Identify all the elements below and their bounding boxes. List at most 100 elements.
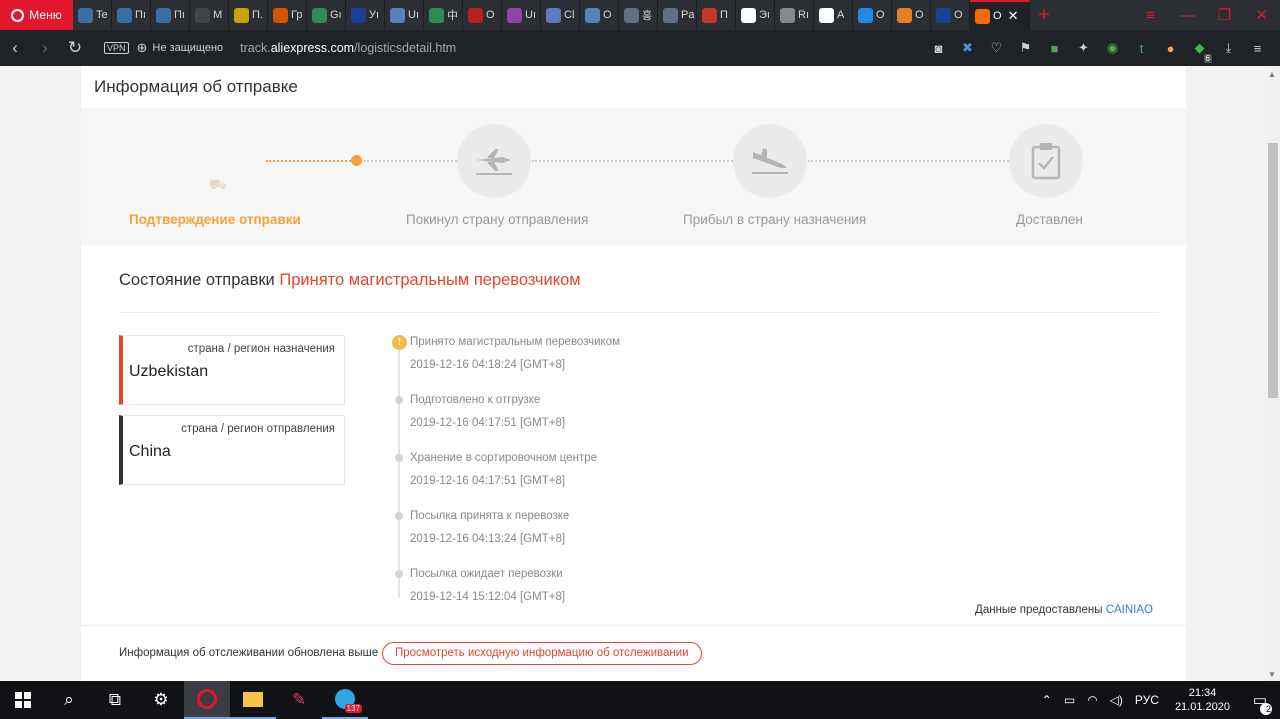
tab-label: 홍 [642,10,653,22]
tab-favicon-icon [429,7,444,23]
battery-icon[interactable]: ▭ [1058,693,1081,707]
tab-active[interactable]: O ✕ [970,0,1030,30]
status-label: Состояние отправки [119,271,275,289]
record-icon[interactable]: ◉ [1098,40,1127,56]
blocker-icon[interactable]: ✖ [953,40,982,56]
browser-tab[interactable]: 中 [424,0,463,30]
browser-tab[interactable]: Uı [502,0,541,30]
easy-setup-icon[interactable]: ≡ [1132,0,1169,30]
origin-value: China [129,443,171,460]
tab-label: O [876,9,885,21]
destination-box: страна / регион назначения Uzbekistan [119,335,345,405]
cube-icon[interactable]: ■ [1040,41,1069,56]
new-tab-button[interactable]: + [1030,0,1058,30]
globe-icon: ⊕ [136,40,148,55]
scrollbar-thumb[interactable] [1268,143,1278,398]
security-status[interactable]: Не защищено [152,42,223,54]
browser-tab[interactable]: Пı [112,0,151,30]
tumblr-icon[interactable]: t [1127,41,1156,56]
minimize-button[interactable]: — [1169,0,1206,30]
divider [81,625,1186,626]
browser-tab[interactable]: Эı [736,0,775,30]
puzzle-icon[interactable]: ✦ [1069,40,1098,56]
divider [119,312,1159,313]
browser-tab[interactable]: O [580,0,619,30]
origin-label: страна / регион отправления [181,423,335,435]
back-button[interactable]: ‹ [0,38,30,58]
destination-label: страна / регион назначения [187,343,335,355]
scroll-up-arrow-icon[interactable]: ▲ [1268,70,1276,79]
settings-menu-icon[interactable]: ≡ [1243,41,1272,56]
opera-menu-button[interactable]: Меню [0,0,73,30]
tab-label: П. [252,9,263,21]
clock[interactable]: 21:34 21.01.2020 [1165,686,1240,714]
shipment-card: Информация об отправке ⛟ Подтверждение о… [81,66,1186,681]
vpn-badge[interactable]: VPN [104,42,129,54]
event-description: Принято магистральным перевозчиком [410,336,620,348]
clock-time: 21:34 [1188,687,1217,699]
tab-label: Gı [330,9,342,21]
browser-tab[interactable]: 홍 [619,0,658,30]
wifi-icon[interactable]: ◠ [1081,693,1103,707]
opera-logo-icon [11,8,25,22]
paint-app-icon[interactable]: ✎ [276,681,322,719]
browser-tab[interactable]: O [892,0,931,30]
browser-tab[interactable]: M [190,0,229,30]
browser-tab[interactable]: Rı [775,0,814,30]
browser-tab[interactable]: Gı [307,0,346,30]
extension-icon[interactable]: ● [1156,41,1185,56]
restore-button[interactable]: ❐ [1206,0,1243,30]
task-view-icon[interactable]: ⧉ [92,681,138,719]
search-icon[interactable]: ⌕ [46,681,92,719]
browser-tab[interactable]: A [814,0,853,30]
download-icon[interactable]: ⤓ [1214,40,1243,56]
heart-icon[interactable]: ♡ [982,40,1011,56]
browser-tab[interactable]: Cl [541,0,580,30]
browser-tab[interactable]: П [697,0,736,30]
notifications-icon[interactable]: ▭ 2 [1240,691,1280,715]
tab-label: O [954,9,963,21]
flag-icon[interactable]: ⚑ [1011,40,1040,56]
forward-button[interactable]: › [30,38,60,58]
url-field[interactable]: track.aliexpress.com/logisticsdetail.htm [240,41,456,55]
file-explorer-icon[interactable] [230,681,276,719]
shipment-status: Состояние отправки Принято магистральным… [119,271,581,290]
browser-tab[interactable]: Уı [346,0,385,30]
data-provider: Данные предоставлены CAINIAO [975,604,1153,616]
telegram-badge: 137 [344,704,362,713]
tab-label: O [915,9,924,21]
provider-link[interactable]: CAINIAO [1106,604,1153,616]
event-time: 2019-12-16 04:17:51 [GMT+8] [410,475,566,487]
reload-button[interactable]: ↻ [60,38,90,58]
close-window-button[interactable]: ✕ [1243,0,1280,30]
address-bar: ‹ › ↻ VPN ⊕ Не защищено track.aliexpress… [0,30,1280,66]
view-original-tracking-button[interactable]: Просмотреть исходную информацию об отсле… [382,642,702,665]
browser-tab[interactable]: Pa [658,0,697,30]
browser-tab[interactable]: Uı [385,0,424,30]
telegram-icon[interactable]: 137 [322,681,368,719]
opera-taskbar-icon[interactable] [184,681,230,719]
volume-icon[interactable]: ◁) [1104,693,1129,707]
tab-favicon-icon [741,7,756,23]
settings-gear-icon[interactable]: ⚙ [138,681,184,719]
start-button[interactable] [0,681,46,719]
departed-step-icon [457,124,531,198]
browser-tab[interactable]: П. [229,0,268,30]
camera-icon[interactable]: ◙ [924,41,953,56]
timeline-dot [395,454,403,462]
browser-tab[interactable]: O [463,0,502,30]
browser-tab[interactable]: O [931,0,970,30]
arrived-step-icon [733,124,807,198]
tab-favicon-icon [702,7,717,23]
shield-icon[interactable]: ◆ 6 [1185,40,1214,63]
browser-tab[interactable]: O [853,0,892,30]
browser-tab[interactable]: Te [73,0,112,30]
tray-expand-icon[interactable]: ⌃ [1036,693,1058,707]
scroll-down-arrow-icon[interactable]: ▼ [1268,670,1276,679]
tab-favicon-icon [897,7,912,23]
tab-favicon-icon [546,7,561,23]
browser-tab[interactable]: Пı [151,0,190,30]
close-tab-icon[interactable]: ✕ [1008,8,1019,24]
browser-tab[interactable]: Гр [268,0,307,30]
language-indicator[interactable]: РУС [1129,693,1165,707]
